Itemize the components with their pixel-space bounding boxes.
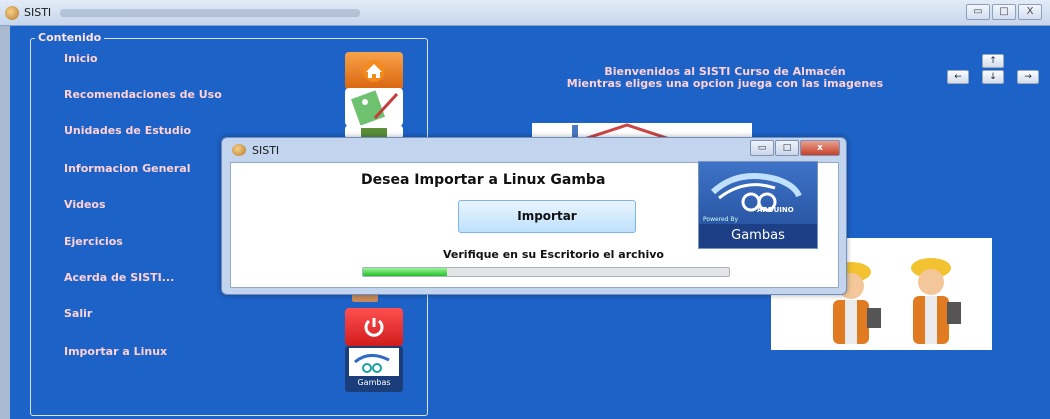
left-border-strip	[0, 26, 10, 419]
logo-powered-text: Powered By	[703, 216, 739, 223]
progress-fill	[363, 268, 448, 276]
window-controls: ▭ □ X	[966, 4, 1042, 20]
arrow-down-button[interactable]: ↓	[982, 70, 1004, 84]
dialog-titlebar: SISTI ▭ □ x	[222, 138, 846, 162]
maximize-button[interactable]: □	[992, 4, 1016, 20]
recommendations-icon[interactable]	[345, 88, 403, 126]
window-title: SISTI	[24, 6, 52, 19]
dialog-controls: ▭ □ x	[750, 140, 840, 156]
logo-name-text: Gambas	[699, 224, 817, 248]
logo-arduino-text: ARDUINO	[757, 206, 794, 214]
import-button[interactable]: Importar	[458, 200, 636, 233]
menu-item-informacion[interactable]: Informacion General	[64, 162, 190, 175]
groupbox-legend: Contenido	[35, 31, 105, 44]
menu-item-salir[interactable]: Salir	[64, 307, 92, 320]
import-dialog: SISTI ▭ □ x Desea Importar a Linux Gamba…	[221, 137, 847, 295]
dialog-title: SISTI	[252, 144, 280, 157]
status-text: Verifique en su Escritorio el archivo	[443, 248, 664, 261]
welcome-line-2: Mientras eliges una opcion juega con las…	[566, 77, 884, 90]
menu-item-inicio[interactable]: Inicio	[64, 52, 98, 65]
dialog-minimize-button[interactable]: ▭	[750, 140, 774, 156]
progress-bar	[362, 267, 730, 277]
close-button[interactable]: X	[1018, 4, 1042, 20]
gambas-logo: ARDUINO Powered By Gambas	[698, 161, 818, 249]
arrow-left-button[interactable]: ←	[947, 70, 969, 84]
power-icon[interactable]	[345, 308, 403, 346]
side-logo-label: Gambas	[357, 378, 391, 387]
menu-item-importar-linux[interactable]: Importar a Linux	[64, 345, 167, 358]
dialog-maximize-button[interactable]: □	[775, 140, 799, 156]
app-icon	[5, 6, 19, 20]
dialog-body: Desea Importar a Linux Gamba Importar Ve…	[230, 161, 839, 288]
gambas-logo-graphic: ARDUINO Powered By	[699, 162, 817, 224]
menu-item-recomendaciones[interactable]: Recomendaciones de Uso	[64, 88, 222, 101]
arrow-right-button[interactable]: →	[1017, 70, 1039, 84]
arrow-up-button[interactable]: ↑	[982, 54, 1004, 68]
menu-item-ejercicios[interactable]: Ejercicios	[64, 235, 123, 248]
window-titlebar: SISTI ▭ □ X	[0, 0, 1050, 26]
menu-item-unidades[interactable]: Unidades de Estudio	[64, 124, 191, 137]
welcome-message: Bienvenidos al SISTI Curso de Almacén Mi…	[510, 66, 940, 90]
menu-item-acerca[interactable]: Acerda de SISTI...	[64, 271, 174, 284]
home-icon[interactable]	[345, 52, 403, 90]
titlebar-blurred-menu	[60, 9, 360, 17]
dialog-heading: Desea Importar a Linux Gamba	[361, 172, 606, 188]
minimize-button[interactable]: ▭	[966, 4, 990, 20]
dialog-close-button[interactable]: x	[800, 140, 840, 156]
menu-item-videos[interactable]: Videos	[64, 198, 106, 211]
gambas-logo-icon[interactable]: Gambas	[345, 346, 403, 392]
dialog-app-icon	[232, 144, 246, 156]
